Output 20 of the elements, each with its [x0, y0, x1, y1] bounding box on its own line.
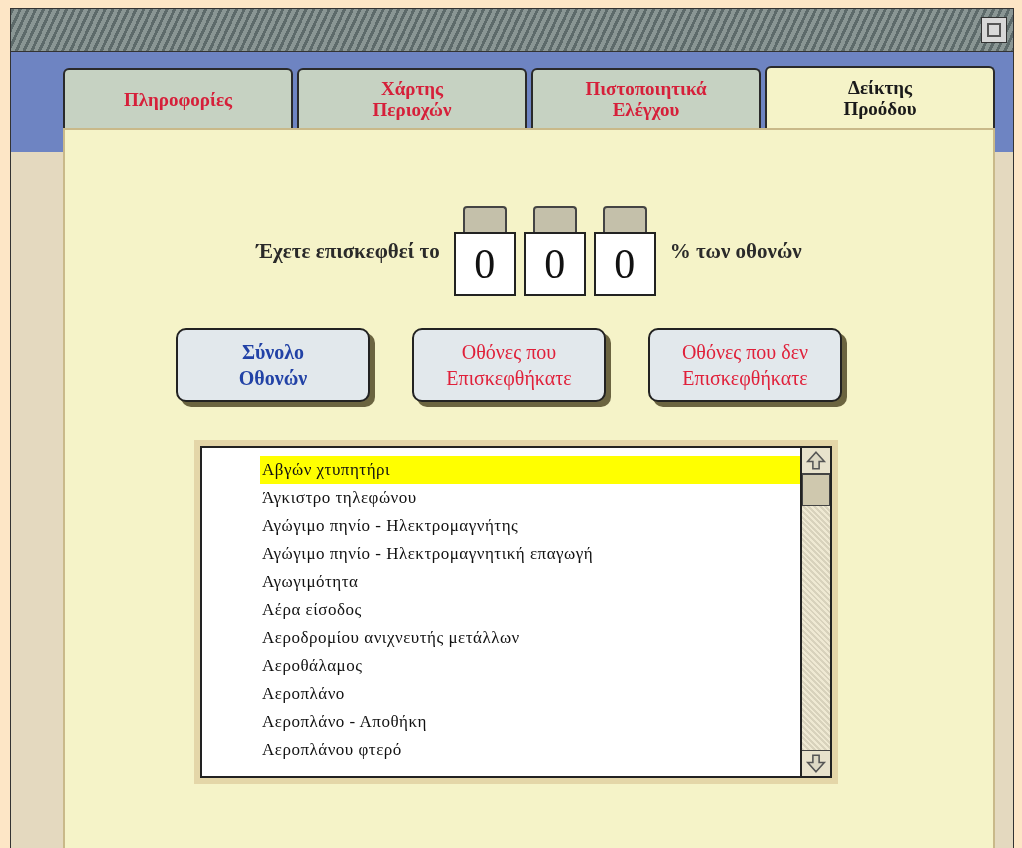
list-item[interactable]: Αβγών χτυπητήρι [260, 456, 800, 484]
counter-digit: 0 [593, 206, 656, 296]
list-item[interactable]: Αεροπλάνου φτερό [260, 736, 800, 764]
list-item[interactable]: Άγκιστρο τηλεφώνου [260, 484, 800, 512]
list-item[interactable]: Αεροπλάνο [260, 680, 800, 708]
progress-label: Έχετε επισκεφθεί το [256, 238, 440, 264]
scroll-thumb[interactable] [802, 474, 830, 506]
maximize-button[interactable] [981, 17, 1007, 43]
list-item[interactable]: Αγώγιμο πηνίο - Ηλεκτρομαγνήτης [260, 512, 800, 540]
list-item[interactable]: Αεροθάλαμος [260, 652, 800, 680]
list-item[interactable]: Αέρα είσοδος [260, 596, 800, 624]
list-item[interactable]: Αεροδρομίου ανιχνευτής μετάλλων [260, 624, 800, 652]
list-item[interactable]: Αγωγιμότητα [260, 568, 800, 596]
counter-digit: 0 [523, 206, 586, 296]
list-item[interactable]: Αγώγιμο πηνίο - Ηλεκτρομαγνητική επαγωγή [260, 540, 800, 568]
list-item[interactable]: Αεροπλάνο - Αποθήκη [260, 708, 800, 736]
counter-digit: 0 [453, 206, 516, 296]
tab[interactable]: Δείκτης Προόδου [765, 66, 995, 128]
scrollbar[interactable] [800, 448, 830, 776]
progress-suffix: % των οθονών [669, 238, 802, 264]
